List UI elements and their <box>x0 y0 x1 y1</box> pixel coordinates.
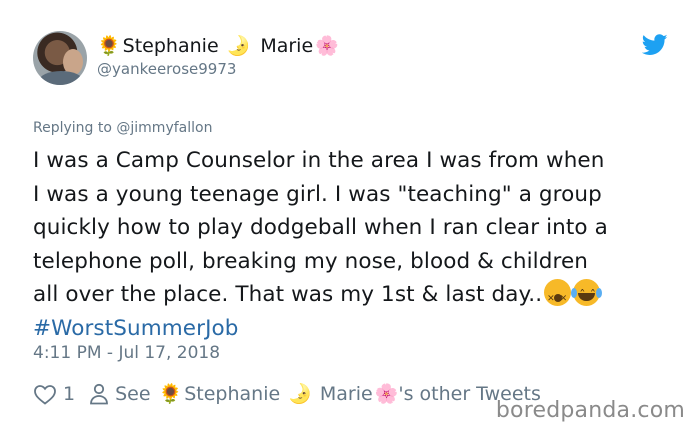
replying-to-handle[interactable]: @jimmyfallon <box>116 120 212 136</box>
display-name-first: Stephanie <box>122 35 219 57</box>
see-other-tweets-link[interactable]: See 🌻 Stephanie 🌛 Marie 🌸 's other Tweet… <box>115 383 541 405</box>
tweet-line: I was a Camp Counselor in the area I was… <box>33 148 605 173</box>
tweet-text: I was a Camp Counselor in the area I was… <box>33 144 673 346</box>
heart-icon[interactable] <box>33 383 57 405</box>
avatar-shirt <box>39 71 83 85</box>
hashtag-link[interactable]: #WorstSummerJob <box>33 312 673 346</box>
display-name[interactable]: 🌻 Stephanie 🌛 Marie 🌸 <box>97 35 339 57</box>
person-icon[interactable] <box>89 383 109 405</box>
see-name-first: Stephanie <box>184 383 281 405</box>
tweet-actions: 1 See 🌻 Stephanie 🌛 Marie 🌸 's other Twe… <box>33 378 541 410</box>
blossom-emoji: 🌸 <box>374 382 399 405</box>
replying-to: Replying to @jimmyfallon <box>33 120 212 136</box>
tweet-line: I was a young teenage girl. I was "teach… <box>33 181 602 207</box>
see-prefix: See <box>115 383 151 405</box>
sunflower-emoji: 🌻 <box>158 382 183 405</box>
replying-to-label: Replying to <box>33 120 112 136</box>
moon-emoji: 🌛 <box>288 382 312 405</box>
watermark: boredpanda.com <box>495 398 685 423</box>
like-count: 1 <box>63 383 76 405</box>
user-handle[interactable]: @yankeerose9973 <box>97 60 236 78</box>
tear-left <box>571 288 578 299</box>
sunflower-emoji: 🌻 <box>97 34 121 57</box>
moon-emoji: 🌛 <box>226 34 251 57</box>
tweet-line: all over the place. That was my 1st & la… <box>33 282 543 308</box>
tweet-timestamp[interactable]: 4:11 PM - Jul 17, 2018 <box>33 343 220 363</box>
display-name-second: Marie <box>260 35 314 57</box>
tweet-line-last: all over the place. That was my 1st & la… <box>33 278 673 317</box>
tweet-line: quickly how to play dodgeball when I ran… <box>33 215 608 241</box>
avatar[interactable] <box>33 31 87 85</box>
dizzy-face-emoji <box>544 279 572 317</box>
tweet-card: 🌻 Stephanie 🌛 Marie 🌸 @yankeerose9973 Re… <box>0 0 700 436</box>
twitter-bird-icon[interactable] <box>642 34 668 56</box>
blossom-emoji: 🌸 <box>315 34 339 57</box>
name-row: 🌻 Stephanie 🌛 Marie 🌸 <box>97 31 339 61</box>
see-name-second: Marie <box>319 383 373 405</box>
tweet-line: telephone poll, breaking my nose, blood … <box>33 248 588 274</box>
tears-of-joy-emoji <box>571 279 603 314</box>
tear-right <box>596 288 603 299</box>
